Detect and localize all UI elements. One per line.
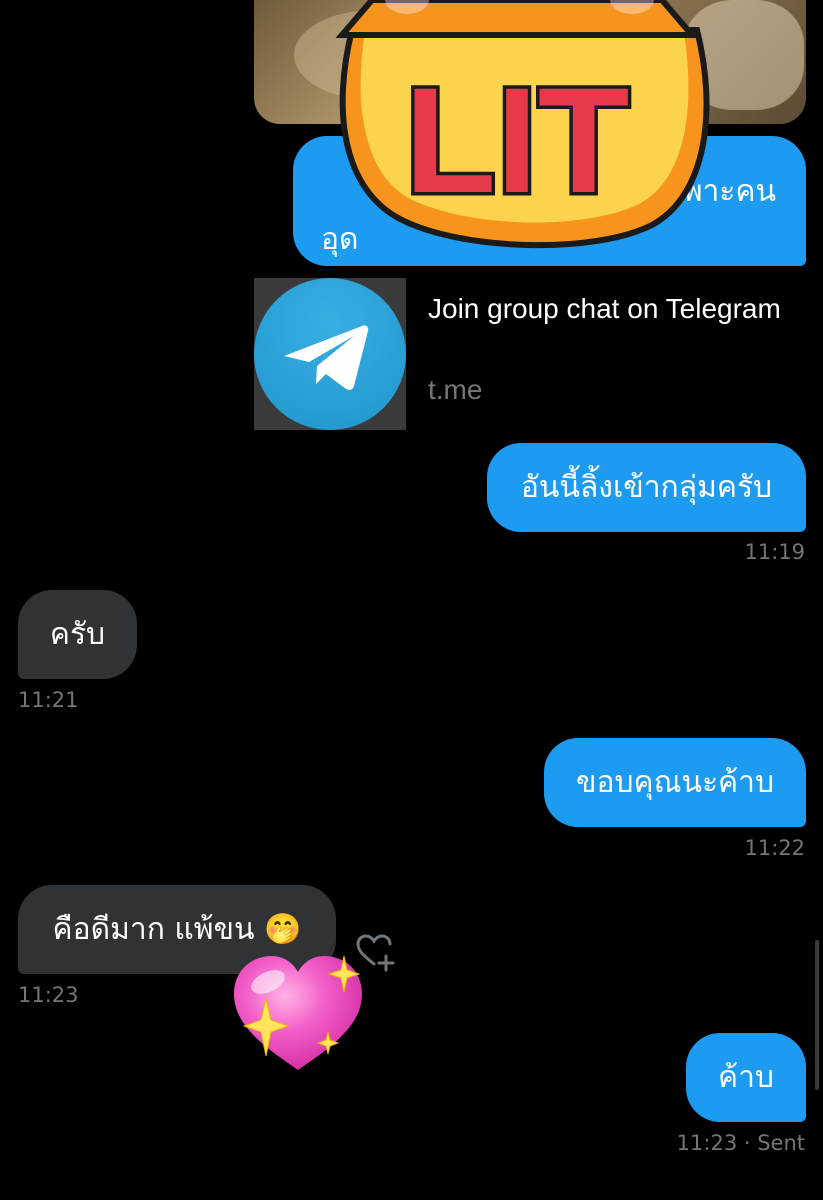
message-timestamp: 11:22: [744, 836, 805, 860]
telegram-logo-icon: [284, 325, 369, 390]
message-text: คือดีมาก แพ้ขน 🤭: [52, 912, 302, 947]
message-bubble-outgoing[interactable]: ขอบคุณนะค้าบ: [544, 738, 806, 827]
link-title[interactable]: Join group chat on Telegram: [428, 290, 788, 327]
message-timestamp: 11:19: [744, 540, 805, 564]
scrollbar[interactable]: [815, 940, 819, 1090]
message-timestamp: 11:23: [18, 983, 79, 1007]
message-text: ค้าบ: [718, 1060, 774, 1095]
lit-sticker: LIT: [335, 0, 710, 249]
lit-sticker-text: LIT: [405, 56, 630, 224]
message-text: ครับ: [49, 617, 106, 652]
message-status-timestamp: 11:23 · Sent: [676, 1131, 805, 1155]
message-bubble-outgoing[interactable]: อันนี้ลิ้งเข้ากลุ่มครับ: [487, 443, 806, 532]
link-domain: t.me: [428, 374, 483, 405]
message-timestamp: 11:21: [18, 688, 79, 712]
message-text: อันนี้ลิ้งเข้ากลุ่มครับ: [520, 470, 773, 505]
message-text: ขอบคุณนะค้าบ: [575, 765, 775, 800]
message-bubble-outgoing[interactable]: ค้าบ: [686, 1033, 806, 1122]
link-thumbnail[interactable]: [254, 278, 406, 430]
sparkling-heart-reaction-icon[interactable]: [226, 948, 371, 1078]
message-bubble-incoming[interactable]: ครับ: [18, 590, 137, 679]
